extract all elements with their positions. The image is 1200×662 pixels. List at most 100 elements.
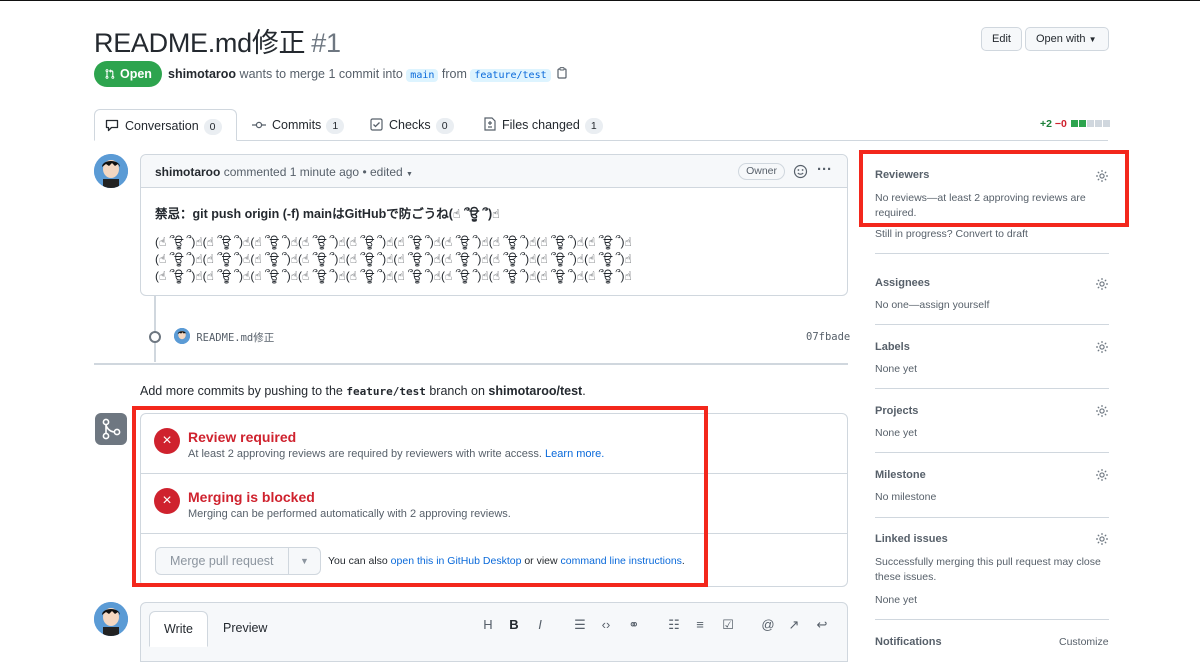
diffstat-block xyxy=(1102,120,1110,127)
comment-text-line: (☝ ՞ਊ ՞)☝(☝ ՞ਊ ՞)☝(☝ ՞ਊ ՞)☝(☝ ՞ਊ ՞)☝(☝ ՞… xyxy=(155,269,632,283)
head-branch[interactable]: feature/test xyxy=(470,69,551,82)
state-badge: Open xyxy=(94,61,162,87)
diff-additions: +2 xyxy=(1040,118,1052,130)
comment-header: shimotaroo commented 1 minute ago • edit… xyxy=(141,155,847,188)
tab-label: Conversation xyxy=(125,119,199,133)
kebab-icon[interactable]: ··· xyxy=(817,161,832,178)
owner-badge: Owner xyxy=(738,163,785,180)
projects-value: None yet xyxy=(875,427,918,439)
sidebar-divider xyxy=(875,517,1109,518)
sidebar-divider xyxy=(875,452,1109,453)
commit-sha[interactable]: 07fbade xyxy=(806,331,850,343)
avatar-image xyxy=(174,328,190,344)
hint-middle: branch on xyxy=(429,384,485,398)
push-hint: Add more commits by pushing to the featu… xyxy=(140,384,586,398)
hint-repo: shimotaroo/test xyxy=(488,384,583,398)
hint-prefix: Add more commits by pushing to the xyxy=(140,384,343,398)
gear-icon[interactable] xyxy=(1095,532,1109,546)
comment-icon xyxy=(105,119,119,132)
customize-link[interactable]: Customize xyxy=(1059,636,1109,648)
heading-icon[interactable]: H xyxy=(479,617,497,632)
avatar[interactable] xyxy=(94,154,128,188)
write-tab[interactable]: Write xyxy=(149,611,208,647)
sidebar-divider xyxy=(875,324,1109,325)
avatar[interactable] xyxy=(174,328,190,344)
gear-icon[interactable] xyxy=(1095,277,1109,291)
mention-icon[interactable]: @ xyxy=(759,617,777,632)
code-icon[interactable]: ‹› xyxy=(597,617,615,632)
commit-message[interactable]: README.md修正 xyxy=(196,332,274,344)
linked-issues-desc: Successfully merging this pull request m… xyxy=(875,556,1101,583)
tab-checks[interactable]: Checks 0 xyxy=(370,109,454,141)
assignees-heading[interactable]: Assignees xyxy=(875,277,1109,289)
comment-text-block: (☝ ՞ਊ ՞)☝(☝ ՞ਊ ՞)☝(☝ ՞ਊ ՞)☝(☝ ՞ਊ ՞)☝(☝ ՞… xyxy=(155,234,632,285)
linked-issues-value: None yet xyxy=(875,594,918,606)
italic-icon[interactable]: I xyxy=(531,617,549,632)
reference-icon[interactable]: ↗ xyxy=(785,617,803,633)
pr-author[interactable]: shimotaroo xyxy=(168,67,236,81)
comment-edited[interactable]: • edited xyxy=(362,165,402,179)
gear-icon[interactable] xyxy=(1095,404,1109,418)
comment-text-line: 禁忌：git push origin (-f) mainはGitHubで防ごうね… xyxy=(155,207,500,221)
linked-issues-heading[interactable]: Linked issues xyxy=(875,533,1109,545)
quote-icon[interactable]: ☰ xyxy=(571,617,589,633)
tab-commits[interactable]: Commits 1 xyxy=(252,109,345,141)
comment-author[interactable]: shimotaroo xyxy=(155,165,220,179)
checklist-icon xyxy=(370,118,383,131)
base-branch[interactable]: main xyxy=(406,69,439,82)
diffstat-block xyxy=(1070,120,1078,127)
bold-icon[interactable]: B xyxy=(505,617,523,632)
convert-to-draft-link[interactable]: Still in progress? Convert to draft xyxy=(875,228,1109,240)
comment-text-line: (☝ ՞ਊ ՞)☝(☝ ՞ਊ ՞)☝(☝ ՞ਊ ՞)☝(☝ ՞ਊ ՞)☝(☝ ՞… xyxy=(155,252,632,266)
link-icon[interactable]: ⚭ xyxy=(625,617,643,633)
unordered-list-icon[interactable]: ☷ xyxy=(665,617,683,633)
comment-body: 禁忌：git push origin (-f) mainはGitHubで防ごうね… xyxy=(155,203,632,285)
pr-title-text: README.md修正 xyxy=(94,28,306,58)
gear-icon[interactable] xyxy=(1095,340,1109,354)
tab-conversation[interactable]: Conversation 0 xyxy=(94,109,237,141)
labels-heading[interactable]: Labels xyxy=(875,341,1109,353)
task-list-icon[interactable]: ☑ xyxy=(719,617,737,633)
labels-value: None yet xyxy=(875,363,918,375)
pr-title: README.md修正 #1 xyxy=(94,21,341,60)
edit-button[interactable]: Edit xyxy=(981,27,1022,51)
avatar-image xyxy=(94,602,128,636)
tab-count: 0 xyxy=(435,118,454,134)
gear-icon[interactable] xyxy=(1095,468,1109,482)
comment-box: shimotaroo commented 1 minute ago • edit… xyxy=(140,154,848,296)
diffstat-block xyxy=(1094,120,1102,127)
pr-number: #1 xyxy=(311,28,341,58)
file-diff-icon xyxy=(484,117,496,131)
milestone-value: No milestone xyxy=(875,491,937,503)
avatar[interactable] xyxy=(94,602,128,636)
smiley-icon[interactable] xyxy=(793,164,808,179)
diffstat-block xyxy=(1086,120,1094,127)
sidebar-divider xyxy=(875,253,1109,254)
tab-label: Checks xyxy=(389,118,431,132)
preview-tab[interactable]: Preview xyxy=(209,611,281,647)
hint-suffix: . xyxy=(582,384,586,398)
diffstat[interactable]: +2 −0 xyxy=(1040,118,1110,130)
ordered-list-icon[interactable]: ≡ xyxy=(691,617,709,632)
comment-action[interactable]: commented 1 minute ago xyxy=(224,165,359,179)
diff-deletions: −0 xyxy=(1054,118,1067,130)
open-with-button[interactable]: Open with ▼ xyxy=(1025,27,1109,51)
milestone-heading[interactable]: Milestone xyxy=(875,469,1109,481)
timeline-divider xyxy=(94,363,848,365)
git-merge-icon xyxy=(95,413,127,445)
projects-heading[interactable]: Projects xyxy=(875,405,1109,417)
from-label: from xyxy=(441,67,467,81)
highlight-frame-reviewers xyxy=(859,150,1129,227)
copy-icon[interactable] xyxy=(557,67,568,79)
assignees-value[interactable]: No one—assign yourself xyxy=(875,299,1109,311)
state-label: Open xyxy=(120,67,152,81)
reply-icon[interactable]: ↩ xyxy=(813,617,831,633)
commit-node-icon xyxy=(149,331,161,343)
comment-text-line: (☝ ՞ਊ ՞)☝(☝ ՞ਊ ՞)☝(☝ ՞ਊ ՞)☝(☝ ՞ਊ ՞)☝(☝ ՞… xyxy=(155,235,632,249)
tab-files-changed[interactable]: Files changed 1 xyxy=(484,109,603,141)
highlight-frame-merge xyxy=(132,406,708,587)
hint-branch: feature/test xyxy=(346,385,426,398)
caret-down-icon[interactable]: ▼ xyxy=(406,171,413,178)
sidebar-divider xyxy=(875,388,1109,389)
tab-count: 0 xyxy=(203,119,222,135)
